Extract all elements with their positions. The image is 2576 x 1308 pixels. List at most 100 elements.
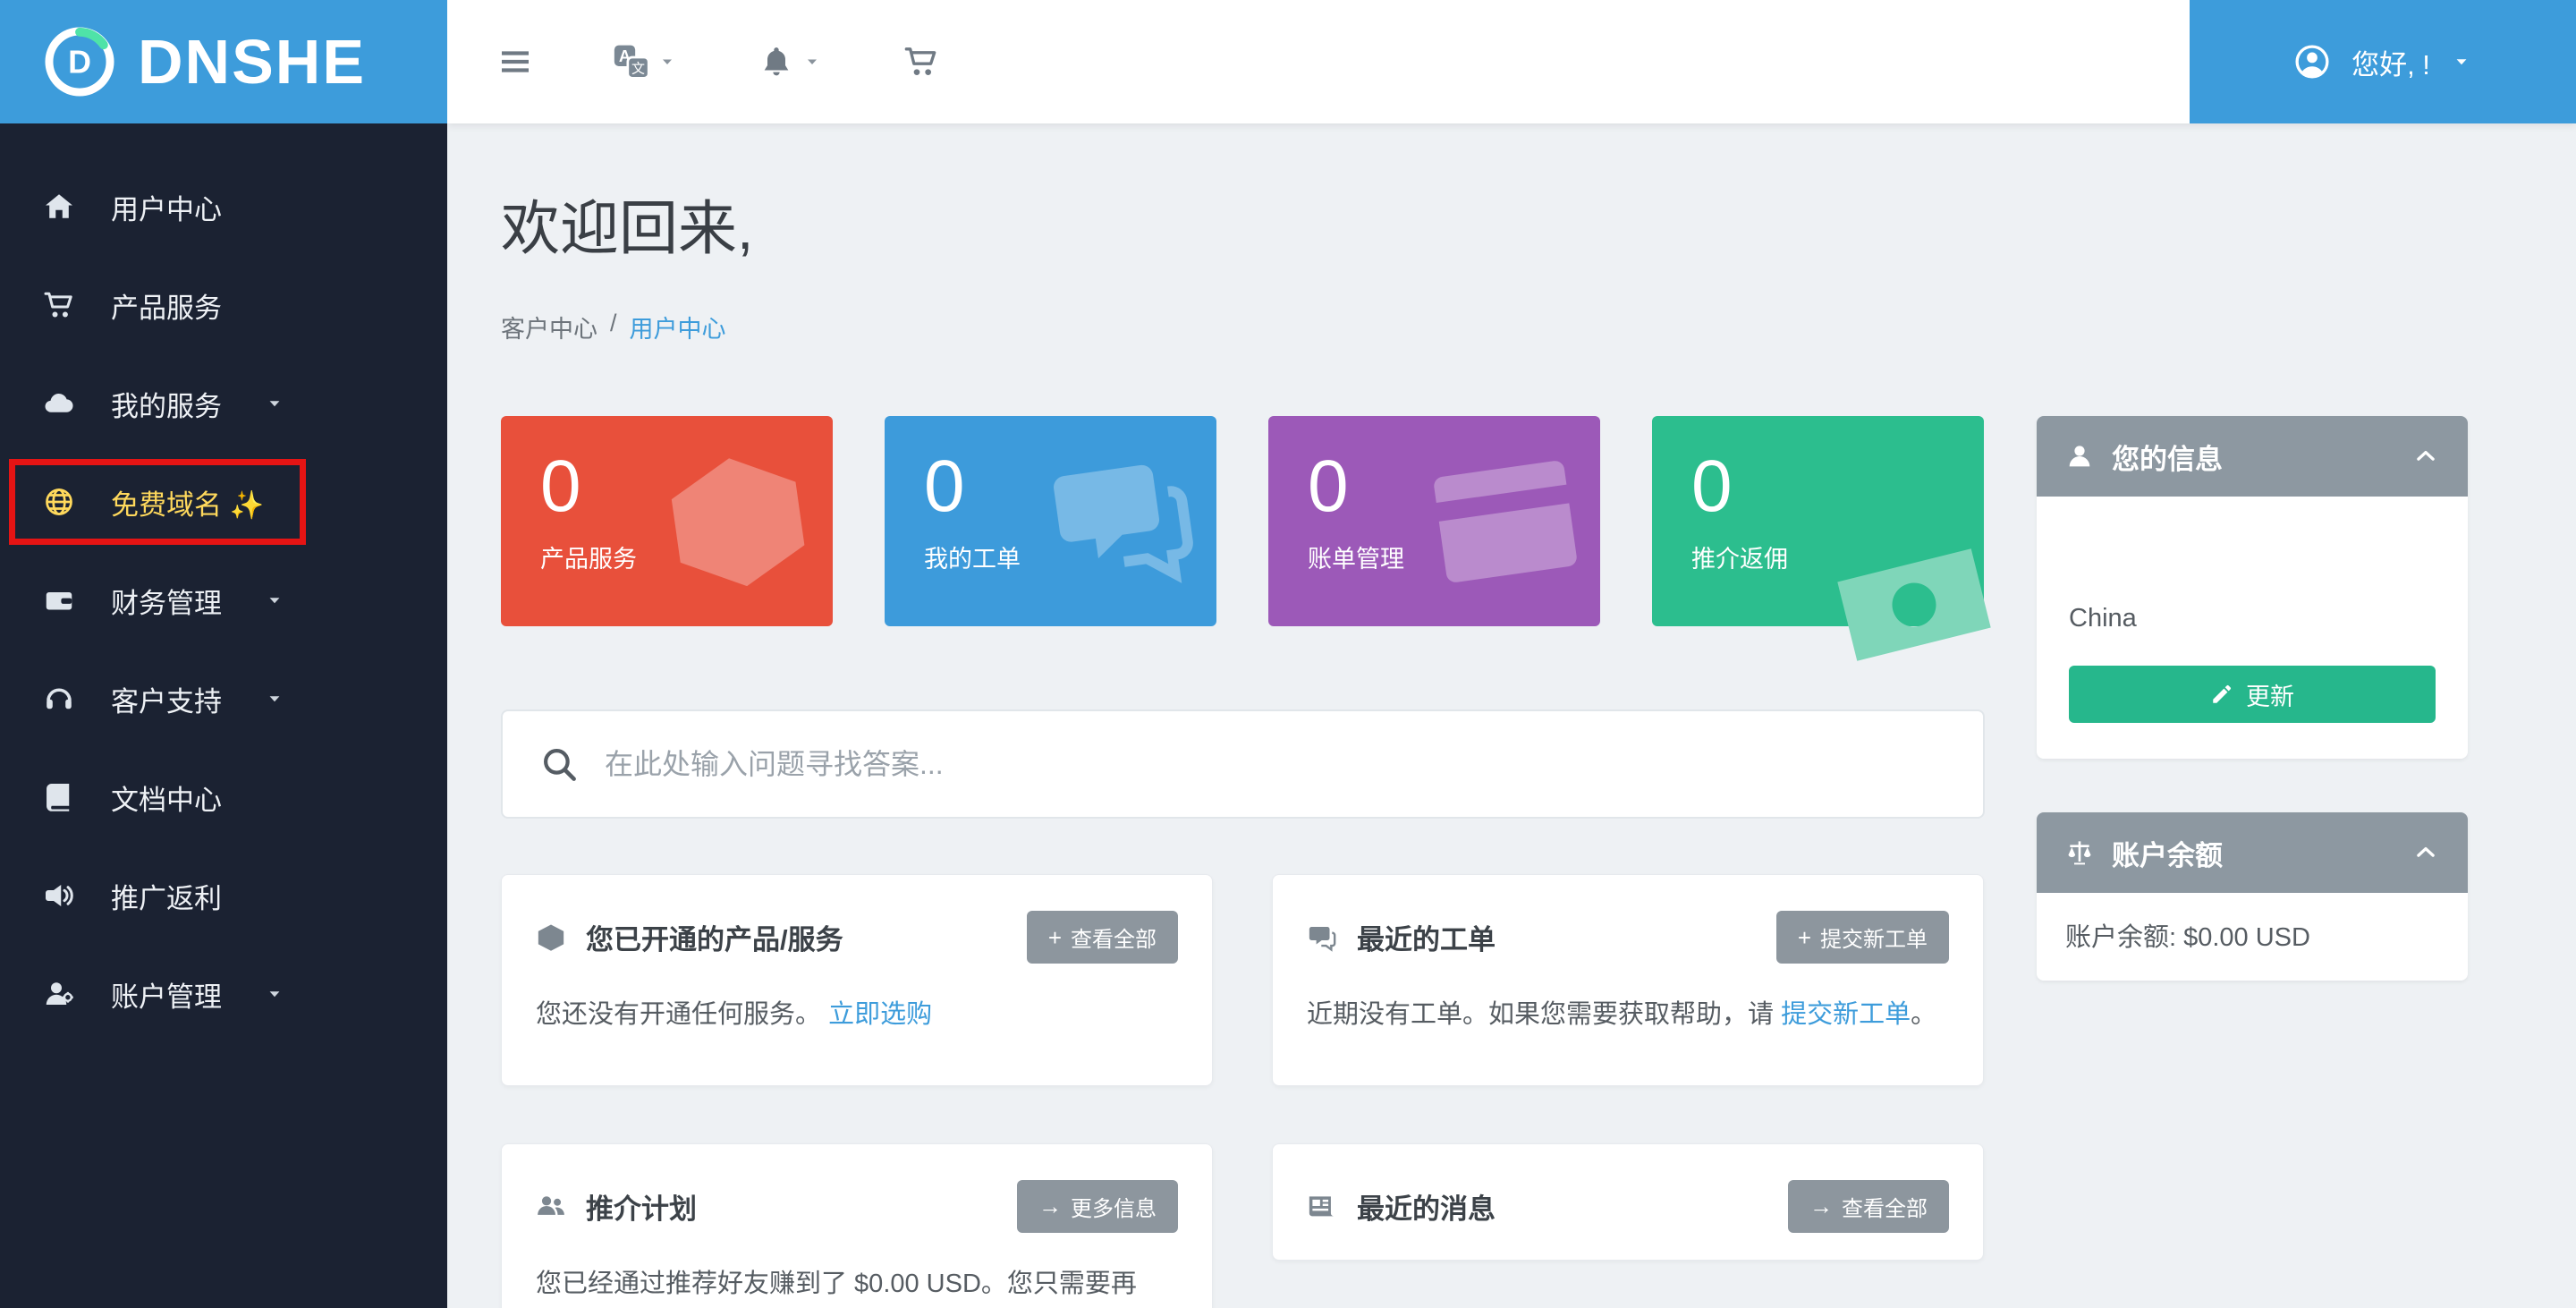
sidebar-item-affiliate[interactable]: 推广返利 (0, 846, 447, 945)
sidebar-item-support[interactable]: 客户支持 (0, 650, 447, 748)
card-title: 最近的工单 (1357, 917, 1496, 957)
user-greeting: 您好, ! (2351, 42, 2430, 82)
card-body: 您还没有开通任何服务。 立即选购 (502, 990, 1212, 1085)
button-label: 更新 (2246, 677, 2294, 712)
card-header: 推介计划 → 更多信息 (502, 1144, 1212, 1260)
sidebar-item-user-center[interactable]: 用户中心 (0, 157, 447, 256)
sidebar-item-label: 我的服务 (111, 384, 222, 424)
users-icon (536, 1191, 566, 1221)
card-news: 最近的消息 → 查看全部 (1272, 1143, 1984, 1261)
book-icon (43, 781, 75, 813)
cards-left-column: 您已开通的产品/服务 + 查看全部 您还没有开通任何服务。 立即选购 (501, 874, 1213, 1308)
pencil-icon (2210, 683, 2233, 706)
card-body-text: 近期没有工单。如果您需要获取帮助，请 (1307, 1000, 1781, 1029)
card-title: 推介计划 (586, 1186, 697, 1227)
chevron-down-icon (263, 982, 286, 1006)
stat-label: 账单管理 (1308, 539, 1600, 574)
panel-title: 账户余额 (2112, 833, 2223, 873)
cards-right-column: 最近的工单 + 提交新工单 近期没有工单。如果您需要获取帮助，请 提交新工单。 (1272, 874, 1984, 1261)
chevron-down-icon (263, 687, 286, 710)
stat-label: 我的工单 (924, 539, 1216, 574)
sidebar-item-docs[interactable]: 文档中心 (0, 748, 447, 846)
stat-tile-products[interactable]: 0 产品服务 (501, 416, 833, 626)
search-icon (540, 745, 578, 783)
account-balance-panel: 账户余额 账户余额: $0.00 USD (2037, 812, 2468, 981)
news-icon (1307, 1191, 1337, 1221)
chevron-down-icon (263, 392, 286, 415)
user-circle-icon (2292, 42, 2332, 81)
headset-icon (43, 683, 75, 715)
sidebar-item-my-services[interactable]: 我的服务 (0, 354, 447, 453)
sidebar-item-label: 账户管理 (111, 974, 222, 1015)
stat-tile-tickets[interactable]: 0 我的工单 (885, 416, 1216, 626)
stat-tile-affiliate[interactable]: 0 推介返佣 (1652, 416, 1984, 626)
breadcrumb-separator: / (610, 310, 617, 344)
card-body-text: 您还没有开通任何服务。 (536, 1000, 821, 1029)
arrow-right-icon: → (1809, 1194, 1833, 1218)
breadcrumb-current[interactable]: 用户中心 (630, 310, 726, 344)
sidebar-item-account[interactable]: 账户管理 (0, 945, 447, 1043)
cart-icon (43, 289, 75, 321)
chevron-up-icon (2412, 839, 2439, 866)
card-title: 您已开通的产品/服务 (586, 917, 843, 957)
stat-value: 0 (1691, 450, 1984, 523)
logo-area[interactable]: DNSHE (0, 0, 447, 123)
chevron-down-icon (2450, 50, 2473, 73)
search-input[interactable] (605, 748, 1945, 781)
bell-icon (758, 44, 794, 80)
stat-value: 0 (924, 450, 1216, 523)
card-header: 您已开通的产品/服务 + 查看全部 (502, 875, 1212, 990)
sidebar-item-products[interactable]: 产品服务 (0, 256, 447, 354)
chevron-down-icon (657, 51, 678, 72)
submit-ticket-link[interactable]: 提交新工单 (1781, 1000, 1911, 1029)
sidebar-item-label: 用户中心 (111, 187, 222, 227)
chevron-up-icon (2412, 443, 2439, 470)
notifications-dropdown[interactable] (758, 44, 823, 80)
account-balance-panel-header[interactable]: 账户余额 (2037, 812, 2468, 893)
card-header: 最近的消息 → 查看全部 (1273, 1144, 1983, 1260)
card-title: 最近的消息 (1357, 1186, 1496, 1227)
user-menu[interactable]: 您好, ! (2190, 0, 2576, 123)
card-body: 您已经通过推荐好友赚到了 $0.00 USD。您只需要再 (502, 1260, 1212, 1308)
card-tickets: 最近的工单 + 提交新工单 近期没有工单。如果您需要获取帮助，请 提交新工单。 (1272, 874, 1984, 1086)
sidebar-item-label: 产品服务 (111, 285, 222, 326)
card-products: 您已开通的产品/服务 + 查看全部 您还没有开通任何服务。 立即选购 (501, 874, 1213, 1086)
view-all-news-button[interactable]: → 查看全部 (1788, 1180, 1949, 1233)
cart-button[interactable] (903, 44, 939, 80)
card-affiliate: 推介计划 → 更多信息 您已经通过推荐好友赚到了 $0.00 USD。您只需要再 (501, 1143, 1213, 1308)
stat-tiles: 0 产品服务 0 我的工单 0 账单管理 0 (501, 416, 1985, 626)
brand-logo-icon (41, 23, 118, 100)
language-dropdown[interactable] (614, 44, 678, 80)
cloud-icon (43, 387, 75, 420)
sidebar-menu: 用户中心 产品服务 我的服务 免费域名 ✨ 财务管理 客户支持 文档 (0, 123, 447, 1043)
sidebar-item-free-domain[interactable]: 免费域名 ✨ (0, 453, 447, 551)
button-label: 更多信息 (1071, 1191, 1157, 1222)
chevron-down-icon (801, 51, 823, 72)
brand-name: DNSHE (138, 26, 366, 98)
button-label: 提交新工单 (1820, 922, 1928, 953)
topbar-left (447, 44, 939, 80)
globe-icon (43, 486, 75, 518)
menu-icon (497, 44, 533, 80)
open-ticket-button[interactable]: + 提交新工单 (1776, 911, 1949, 964)
plus-icon: + (1048, 926, 1062, 949)
sidebar: DNSHE 用户中心 产品服务 我的服务 免费域名 ✨ 财务管理 客户支持 (0, 0, 447, 1308)
update-details-button[interactable]: 更新 (2069, 666, 2436, 723)
breadcrumb: 客户中心 / 用户中心 (501, 310, 2469, 344)
view-all-products-button[interactable]: + 查看全部 (1027, 911, 1178, 964)
your-info-panel: 您的信息 China 更新 (2037, 416, 2468, 759)
wallet-icon (43, 584, 75, 616)
sidebar-item-billing[interactable]: 财务管理 (0, 551, 447, 650)
your-info-panel-header[interactable]: 您的信息 (2037, 416, 2468, 497)
button-label: 查看全部 (1842, 1191, 1928, 1222)
breadcrumb-parent[interactable]: 客户中心 (501, 310, 597, 344)
menu-toggle-button[interactable] (497, 44, 533, 80)
cart-icon (903, 44, 939, 80)
language-icon (614, 44, 649, 80)
your-info-panel-body: China 更新 (2037, 497, 2468, 759)
arrow-right-icon: → (1038, 1194, 1062, 1218)
affiliate-more-info-button[interactable]: → 更多信息 (1017, 1180, 1178, 1233)
order-now-link[interactable]: 立即选购 (828, 1000, 932, 1029)
stat-tile-invoices[interactable]: 0 账单管理 (1268, 416, 1600, 626)
stat-label: 推介返佣 (1691, 539, 1984, 574)
